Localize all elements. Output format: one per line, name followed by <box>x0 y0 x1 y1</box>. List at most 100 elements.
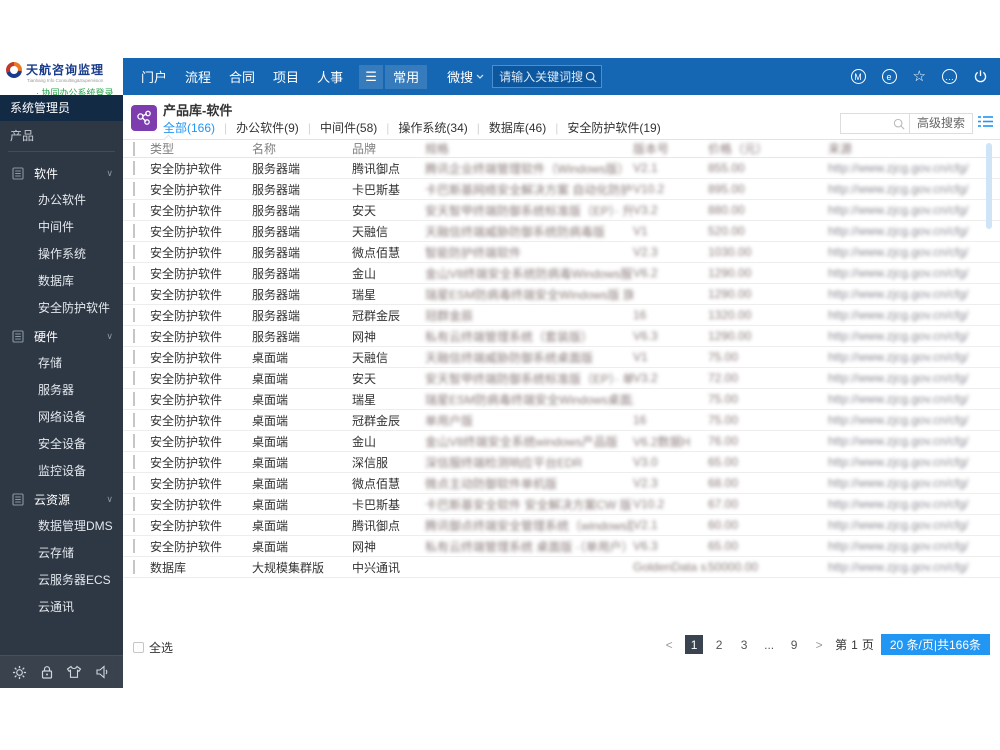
table-row[interactable]: 安全防护软件 服务器端 冠群金辰 冠群金辰 16 1320.00 http://www.zj… <box>123 305 1000 326</box>
page-size-button[interactable]: 20 条/页|共166条 <box>880 634 990 655</box>
row-checkbox[interactable] <box>133 392 135 406</box>
enterprise-icon[interactable]: e <box>881 69 897 84</box>
table-row[interactable]: 安全防护软件 服务器端 安天 安天智甲终端防御系统标准版（EP）· 升级服务版V3.2… <box>123 200 1000 221</box>
table-row[interactable]: 安全防护软件 桌面端 网神 私有云终端管理系统 桌面版 ·（单用户） V6.3 65.00… <box>123 536 1000 557</box>
row-checkbox[interactable] <box>133 224 135 238</box>
sidebar-item-数据管理DMS[interactable]: 数据管理DMS <box>0 513 123 540</box>
table-row[interactable]: 安全防护软件 服务器端 天融信 天融信终端威胁防御系统防病毒版 V1 520.00 http… <box>123 221 1000 242</box>
sidebar-item-存储[interactable]: 存储 <box>0 350 123 377</box>
tab-数据库(46)[interactable]: 数据库(46) <box>489 119 546 136</box>
row-checkbox[interactable] <box>133 476 135 490</box>
theme-shirt-icon[interactable] <box>66 665 82 679</box>
sidebar-item-操作系统[interactable]: 操作系统 <box>0 241 123 268</box>
table-row[interactable]: 安全防护软件 桌面端 深信服 深信服终端检测响应平台EDR V3.0 65.00 http:… <box>123 452 1000 473</box>
tab-安全防护软件(19)[interactable]: 安全防护软件(19) <box>567 119 660 136</box>
search-icon[interactable] <box>889 118 909 130</box>
sidebar-item-云存储[interactable]: 云存储 <box>0 540 123 567</box>
row-checkbox[interactable] <box>133 560 135 574</box>
table-search-input[interactable] <box>840 116 889 131</box>
page-button-9[interactable]: 9 <box>785 635 803 654</box>
nav-item-人事[interactable]: 人事 <box>317 70 343 85</box>
page-prev-button[interactable]: < <box>660 635 678 654</box>
table-row[interactable]: 安全防护软件 服务器端 微点佰慧 智能防护终端软件 V2.3 1030.00 http://… <box>123 242 1000 263</box>
power-icon[interactable] <box>973 69 988 84</box>
sidebar-item-中间件[interactable]: 中间件 <box>0 214 123 241</box>
tab-操作系统(34)[interactable]: 操作系统(34) <box>398 119 467 136</box>
page-jump-input[interactable]: 1 <box>851 638 858 652</box>
sidebar-role-header[interactable]: 系统管理员 <box>0 95 123 121</box>
nav-item-项目[interactable]: 项目 <box>273 70 299 85</box>
table-row[interactable]: 安全防护软件 桌面端 安天 安天智甲终端防御系统标准版（EP）· 单用户授权V3.2 7… <box>123 368 1000 389</box>
sound-speaker-icon[interactable] <box>95 665 111 679</box>
row-checkbox[interactable] <box>133 371 135 385</box>
table-row[interactable]: 安全防护软件 桌面端 腾讯御点 腾讯御点终端安全管理系统（windows版）· V2.… <box>123 515 1000 536</box>
page-button-...[interactable]: ... <box>760 635 778 654</box>
row-checkbox[interactable] <box>133 266 135 280</box>
select-all-checkbox[interactable] <box>133 642 144 653</box>
nav-item-流程[interactable]: 流程 <box>185 70 211 85</box>
sidebar-group-云资源[interactable]: 云资源 ∨ <box>0 485 123 513</box>
sidebar-item-云通讯[interactable]: 云通讯 <box>0 594 123 621</box>
table-row[interactable]: 安全防护软件 服务器端 金山 金山V8终端安全系统防病毒Windows服务器版V6.2… <box>123 263 1000 284</box>
sidebar-item-安全防护软件[interactable]: 安全防护软件 <box>0 295 123 322</box>
more-icon[interactable]: … <box>942 69 957 84</box>
table-row[interactable]: 安全防护软件 桌面端 金山 金山V8终端安全系统windows产品版 V6.2数据H 76… <box>123 431 1000 452</box>
table-row[interactable]: 安全防护软件 桌面端 卡巴斯基 卡巴斯基安全软件 安全解决方案CW 版 · KL...… <box>123 494 1000 515</box>
table-row[interactable]: 安全防护软件 桌面端 冠群金辰 单用户版 16 75.00 http://www.zjcg.… <box>123 410 1000 431</box>
settings-gear-icon[interactable] <box>12 665 27 680</box>
page-next-button[interactable]: > <box>810 635 828 654</box>
row-checkbox[interactable] <box>133 308 135 322</box>
search-icon[interactable] <box>585 71 597 83</box>
scrollbar-thumb[interactable] <box>986 143 992 229</box>
row-checkbox[interactable] <box>133 287 135 301</box>
messages-icon[interactable]: M <box>850 69 866 84</box>
row-checkbox[interactable] <box>133 182 135 196</box>
sidebar-item-网络设备[interactable]: 网络设备 <box>0 404 123 431</box>
table-row[interactable]: 安全防护软件 服务器端 卡巴斯基 卡巴斯基网络安全解决方案 自动化防护 区域...V1… <box>123 179 1000 200</box>
select-all-label: 全选 <box>149 641 174 655</box>
sidebar-item-服务器[interactable]: 服务器 <box>0 377 123 404</box>
view-options-icon[interactable] <box>978 115 993 128</box>
table-row[interactable]: 安全防护软件 服务器端 网神 私有云终端管理系统（套装版） V6.3 1290.00 htt… <box>123 326 1000 347</box>
table-row[interactable]: 安全防护软件 桌面端 天融信 天融信终端威胁防御系统桌面版 V1 75.00 http://… <box>123 347 1000 368</box>
row-checkbox[interactable] <box>133 518 135 532</box>
row-checkbox[interactable] <box>133 539 135 553</box>
search-mode-dropdown[interactable]: 微搜 <box>447 67 484 86</box>
sidebar-item-安全设备[interactable]: 安全设备 <box>0 431 123 458</box>
sidebar-item-数据库[interactable]: 数据库 <box>0 268 123 295</box>
table-row[interactable]: 安全防护软件 服务器端 瑞星 瑞星ESM防病毒终端安全Windows版 旗舰网络版 12… <box>123 284 1000 305</box>
row-checkbox[interactable] <box>133 434 135 448</box>
tab-中间件(58)[interactable]: 中间件(58) <box>320 119 377 136</box>
sidebar-group-软件[interactable]: 软件 ∨ <box>0 159 123 187</box>
nav-menu-icon[interactable]: ☰ <box>359 64 384 89</box>
row-checkbox[interactable] <box>133 350 135 364</box>
tab-办公软件(9)[interactable]: 办公软件(9) <box>236 119 299 136</box>
page-button-2[interactable]: 2 <box>710 635 728 654</box>
table-row[interactable]: 安全防护软件 服务器端 腾讯御点 腾讯企业终端管理软件（Windows版） V2.1 85… <box>123 158 1000 179</box>
sidebar-item-云服务器ECS[interactable]: 云服务器ECS <box>0 567 123 594</box>
row-checkbox[interactable] <box>133 497 135 511</box>
page-button-1[interactable]: 1 <box>685 635 704 654</box>
advanced-search-button[interactable]: 高级搜索 <box>908 113 972 134</box>
tab-全部(166)[interactable]: 全部(166) <box>163 119 215 136</box>
row-checkbox[interactable] <box>133 161 135 175</box>
lock-icon[interactable] <box>40 665 54 680</box>
row-checkbox[interactable] <box>133 413 135 427</box>
sidebar-group-硬件[interactable]: 硬件 ∨ <box>0 322 123 350</box>
row-checkbox[interactable] <box>133 455 135 469</box>
nav-item-合同[interactable]: 合同 <box>229 70 255 85</box>
table-row[interactable]: 安全防护软件 桌面端 瑞星 瑞星ESM防病毒终端安全Windows桌面版 75.00 ht… <box>123 389 1000 410</box>
sidebar-item-办公软件[interactable]: 办公软件 <box>0 187 123 214</box>
page-button-3[interactable]: 3 <box>735 635 753 654</box>
row-checkbox[interactable] <box>133 203 135 217</box>
favorites-star-icon[interactable]: ☆ <box>913 69 926 84</box>
header-checkbox[interactable] <box>133 141 135 156</box>
row-checkbox[interactable] <box>133 329 135 343</box>
table-row[interactable]: 安全防护软件 桌面端 微点佰慧 微点主动防御软件单机版 V2.3 68.00 http://… <box>123 473 1000 494</box>
table-row[interactable]: 数据库 大规模集群版 中兴通讯 GoldenData s...50000.00 http… <box>123 557 1000 578</box>
nav-item-pinned[interactable]: 常用 <box>385 64 428 89</box>
sidebar-item-监控设备[interactable]: 监控设备 <box>0 458 123 485</box>
row-checkbox[interactable] <box>133 245 135 259</box>
global-search-input[interactable] <box>499 69 586 84</box>
nav-item-门户[interactable]: 门户 <box>141 70 167 85</box>
